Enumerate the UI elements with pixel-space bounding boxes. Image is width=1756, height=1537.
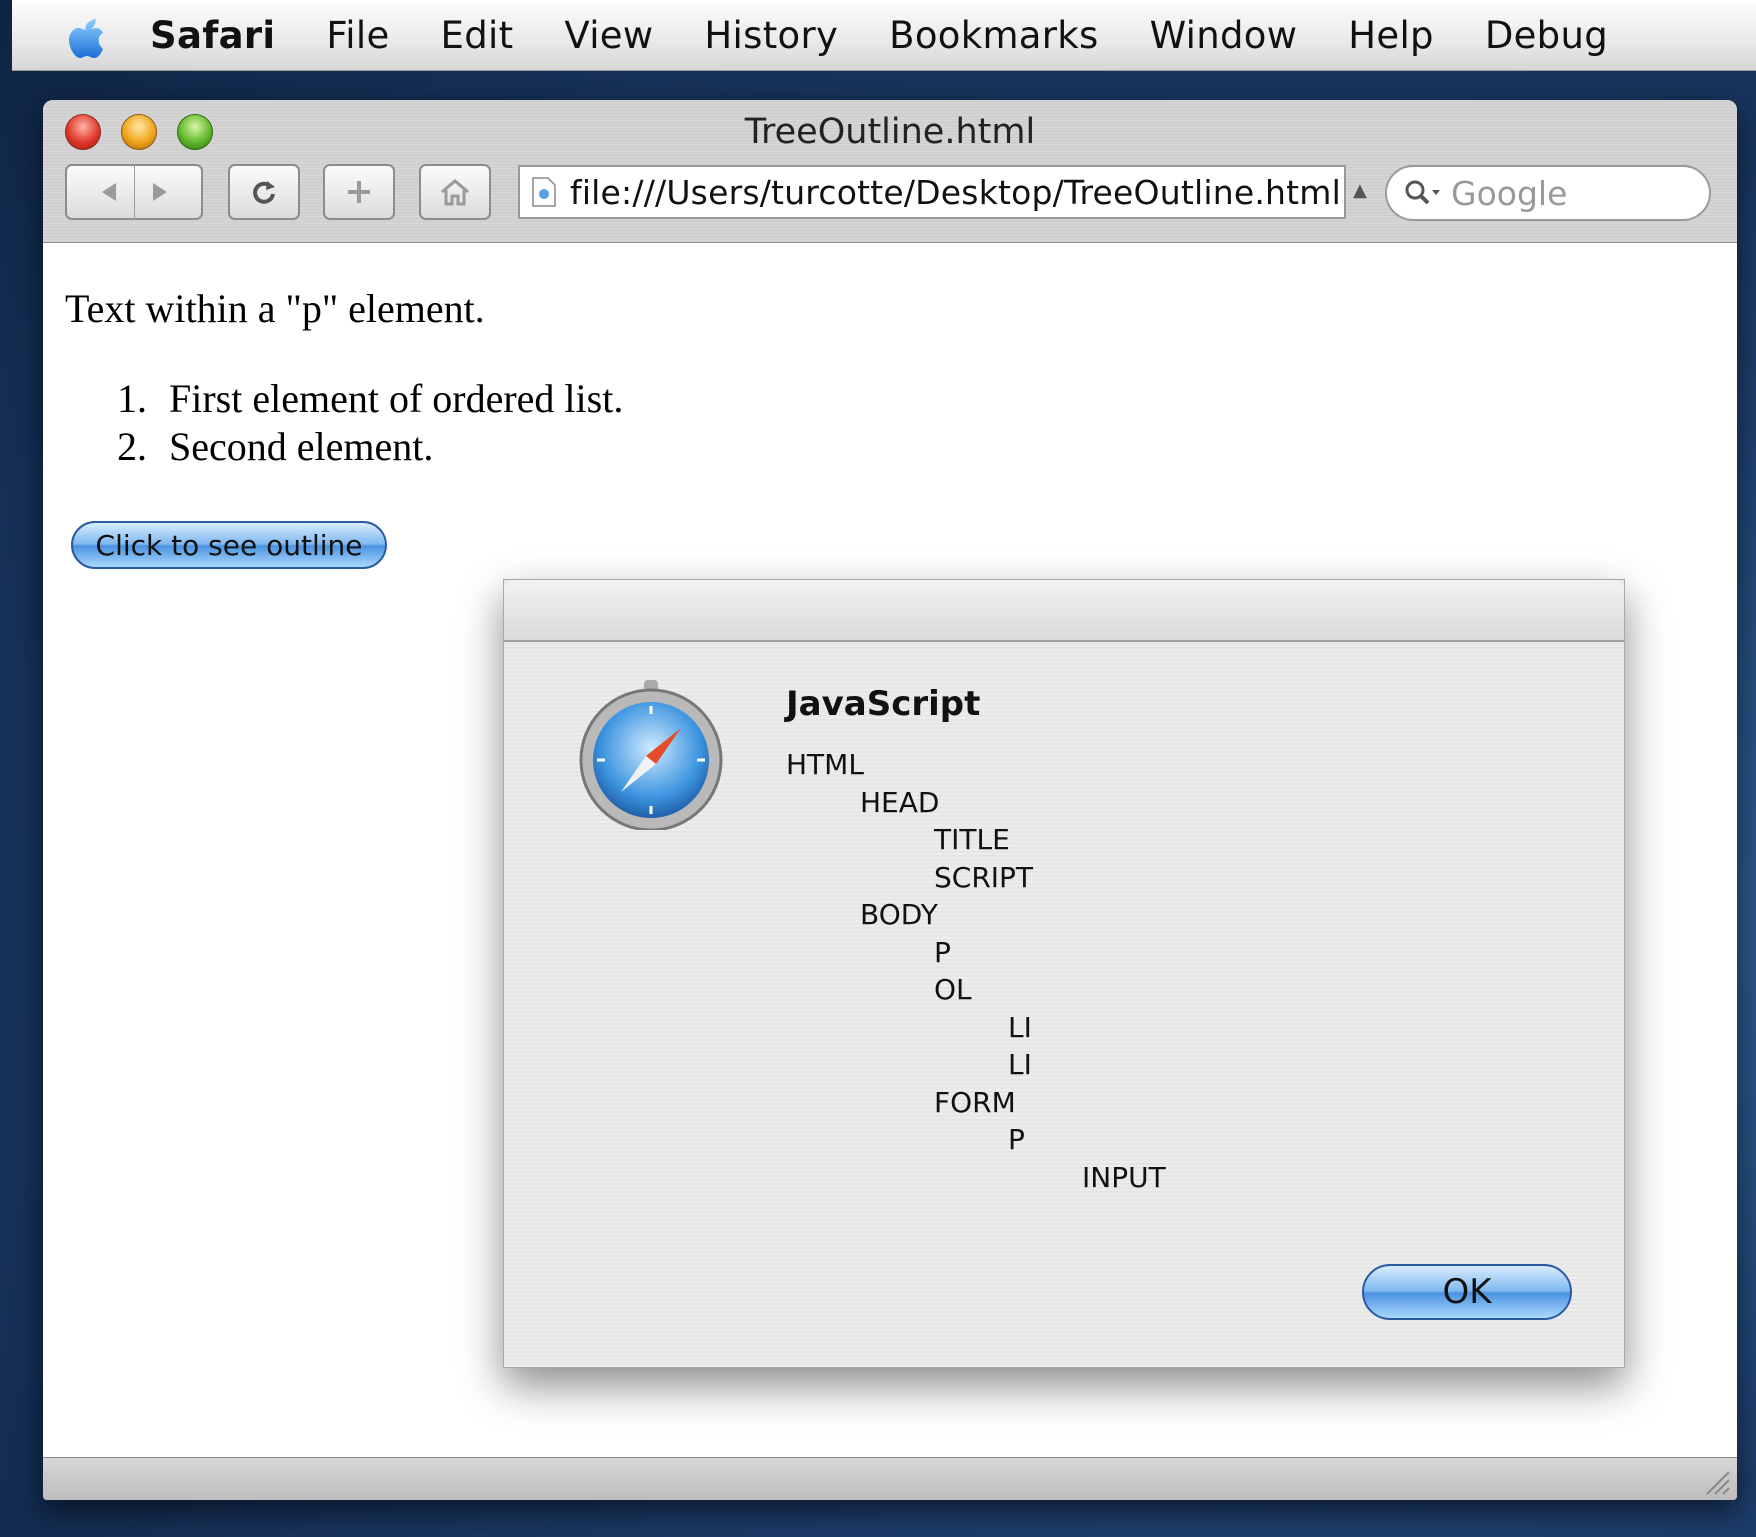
tree-node: INPUT xyxy=(1082,1160,1166,1194)
home-button[interactable] xyxy=(419,164,491,220)
tree-node: OL xyxy=(934,973,972,1006)
menu-edit[interactable]: Edit xyxy=(441,14,514,57)
forward-arrow-icon[interactable] xyxy=(147,179,173,205)
reload-button[interactable] xyxy=(228,164,300,220)
paragraph-text: Text within a "p" element. xyxy=(65,286,485,331)
menu-history[interactable]: History xyxy=(704,14,838,57)
ok-button[interactable]: OK xyxy=(1362,1264,1572,1320)
plus-icon xyxy=(348,181,370,203)
menu-file[interactable]: File xyxy=(326,14,389,57)
list-item: 1. First element of ordered list. xyxy=(117,376,624,421)
address-bar[interactable]: file:///Users/turcotte/Desktop/TreeOutli… xyxy=(518,165,1346,219)
search-field[interactable]: Google xyxy=(1385,165,1711,221)
menu-view[interactable]: View xyxy=(564,14,653,57)
status-bar xyxy=(43,1457,1737,1500)
menu-window[interactable]: Window xyxy=(1150,14,1298,57)
search-icon xyxy=(1405,180,1440,205)
tree-node: FORM xyxy=(934,1085,1016,1119)
see-outline-button[interactable]: Click to see outline xyxy=(71,521,387,569)
dialog-title: JavaScript xyxy=(786,684,981,724)
tree-node: HEAD xyxy=(860,785,940,819)
tree-node: LI xyxy=(1008,1010,1032,1044)
reload-icon xyxy=(253,181,275,204)
address-url: file:///Users/turcotte/Desktop/TreeOutli… xyxy=(570,172,1341,212)
search-placeholder: Google xyxy=(1451,173,1568,213)
menu-help[interactable]: Help xyxy=(1348,14,1434,57)
ordered-list: 1. First element of ordered list. 2. Secon… xyxy=(117,375,623,471)
menu-safari[interactable]: Safari xyxy=(150,14,275,57)
tree-node: TITLE xyxy=(934,823,1010,856)
add-bookmark-button[interactable] xyxy=(323,164,395,220)
tree-node: BODY xyxy=(860,898,938,931)
window-title: TreeOutline.html xyxy=(744,112,1036,152)
tree-node: HTML xyxy=(786,748,864,781)
tree-node: P xyxy=(934,935,951,969)
menu-debug[interactable]: Debug xyxy=(1485,14,1608,57)
back-arrow-icon[interactable] xyxy=(96,179,122,205)
address-dropdown-icon[interactable]: ▲ xyxy=(1353,180,1367,201)
dialog-titlebar xyxy=(504,580,1624,642)
tree-node: LI xyxy=(1008,1048,1032,1081)
list-item: 2. Second element. xyxy=(117,424,434,469)
dom-tree-outline: HTML HEAD TITLE SCRIPT BODY P OL LI LI FORM P INPUT xyxy=(786,746,1166,1196)
javascript-alert-dialog: JavaScript HTML HEAD TITLE SCRIPT BODY P OL LI L… xyxy=(503,579,1625,1368)
safari-compass-icon xyxy=(579,680,723,830)
apple-logo-icon[interactable] xyxy=(62,11,110,59)
home-icon xyxy=(441,179,469,206)
back-forward-buttons xyxy=(65,164,203,220)
resize-grip-icon[interactable] xyxy=(1701,1466,1731,1496)
window-toolbar: TreeOutline.html file:///Users/turcotte/… xyxy=(43,100,1737,243)
tree-node: SCRIPT xyxy=(934,860,1034,894)
menu-bookmarks[interactable]: Bookmarks xyxy=(889,14,1098,57)
tree-node: P xyxy=(1008,1123,1025,1156)
menu-bar: Safari File Edit View History Bookmarks … xyxy=(12,0,1756,71)
document-icon xyxy=(532,177,556,207)
